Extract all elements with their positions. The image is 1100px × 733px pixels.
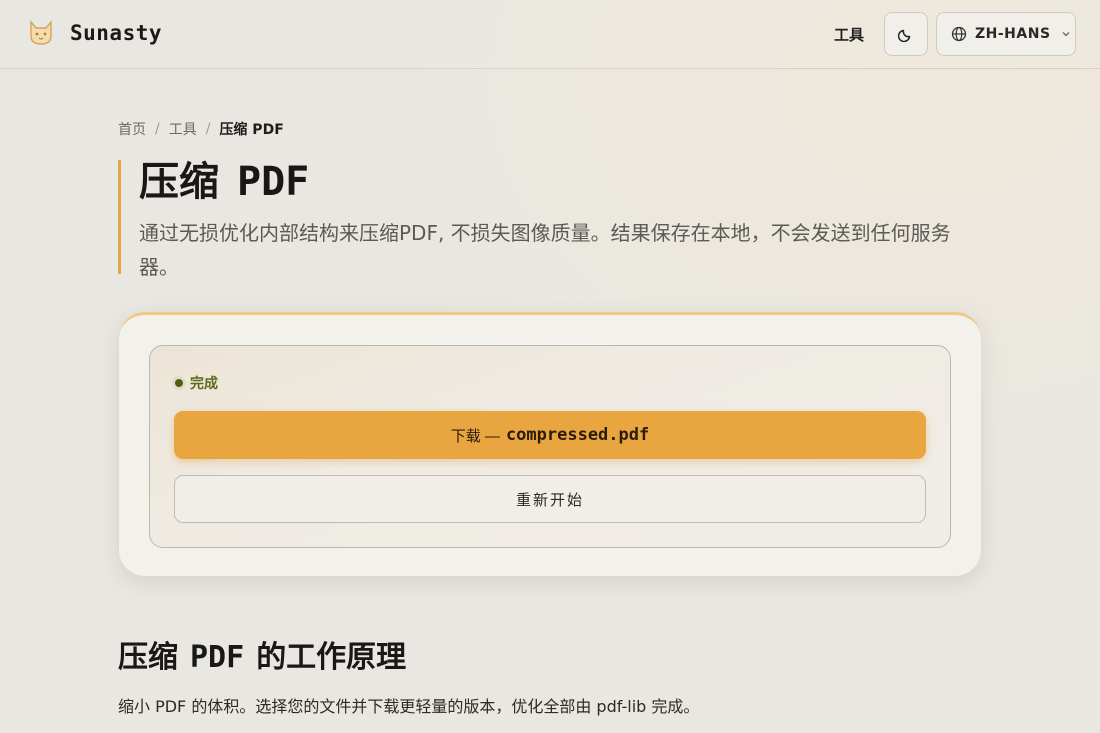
page-title-text: 压缩 [139, 158, 219, 205]
how-it-works-description: 缩小 PDF 的体积。选择您的文件并下载更轻量的版本，优化全部由 pdf-lib… [118, 697, 700, 716]
status-text: 完成 [190, 376, 218, 392]
breadcrumb-separator: / [155, 121, 160, 137]
download-button[interactable]: 下载 — compressed.pdf [174, 411, 926, 459]
restart-button[interactable]: 重新开始 [174, 475, 926, 523]
globe-icon [951, 26, 967, 42]
breadcrumb-current: 压缩 PDF [219, 122, 284, 138]
language-select[interactable]: ZH-HANS [936, 12, 1076, 56]
nav-link-tools[interactable]: 工具 [834, 24, 864, 45]
how-it-works-title: 压缩 PDF 的工作原理 [118, 632, 406, 676]
top-header: Sunasty 工具 ZH-HANS [0, 0, 1100, 69]
breadcrumb: 首页 / 工具 / 压缩 PDF [118, 119, 284, 139]
how-title-pre: 压缩 [118, 640, 178, 675]
how-title-pdf: PDF [190, 640, 245, 675]
page-header: 压缩 PDF 通过无损优化内部结构来压缩PDF, 不损失图像质量。结果保存在本地，… [118, 159, 978, 279]
result-card: 完成 下载 — compressed.pdf 重新开始 [119, 312, 981, 576]
page-title: 压缩 PDF [139, 159, 978, 205]
breadcrumb-tools[interactable]: 工具 [169, 119, 197, 139]
page-description: 通过无损优化内部结构来压缩PDF, 不损失图像质量。结果保存在本地，不会发送到任… [139, 221, 951, 279]
page-title-pdf: PDF [237, 159, 310, 205]
how-title-post: 的工作原理 [256, 640, 407, 675]
theme-toggle-button[interactable] [884, 12, 928, 56]
cat-logo-icon [26, 16, 56, 50]
moon-icon [898, 29, 911, 42]
breadcrumb-separator: / [205, 121, 211, 137]
status-dot-icon [172, 376, 186, 390]
brand[interactable]: Sunasty [26, 16, 162, 50]
brand-name: Sunasty [70, 21, 163, 45]
chevron-down-icon [1062, 32, 1069, 37]
result-panel: 完成 下载 — compressed.pdf 重新开始 [149, 345, 951, 548]
breadcrumb-home[interactable]: 首页 [118, 119, 146, 139]
download-filename: compressed.pdf [505, 425, 650, 445]
language-label: ZH-HANS [975, 26, 1051, 42]
download-label: 下载 — [450, 427, 500, 445]
status-badge: 完成 [172, 373, 218, 393]
